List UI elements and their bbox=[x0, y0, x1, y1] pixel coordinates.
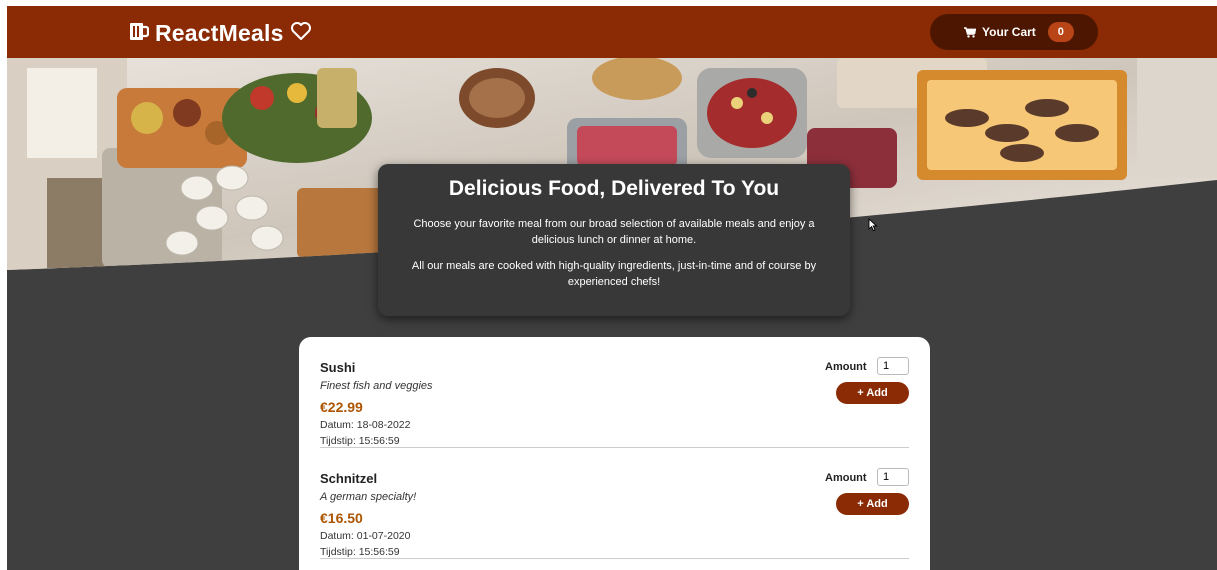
meal-description: A german specialty! bbox=[320, 491, 417, 503]
summary-title: Delicious Food, Delivered To You bbox=[448, 177, 780, 200]
meal-item: Schnitzel A german specialty! €16.50 Dat… bbox=[320, 448, 909, 559]
meal-description: Finest fish and veggies bbox=[320, 380, 433, 392]
header: ReactMeals Your Cart 0 bbox=[7, 6, 1217, 58]
cart-count-badge: 0 bbox=[1047, 22, 1074, 42]
meal-price: €22.99 bbox=[320, 399, 363, 415]
meal-time: Tijdstip: 15:56:59 bbox=[320, 435, 400, 447]
summary-paragraph-2: All our meals are cooked with high-quali… bbox=[411, 260, 817, 288]
amount-label: Amount bbox=[825, 472, 867, 484]
brand[interactable]: ReactMeals bbox=[129, 18, 312, 48]
beer-mug-icon bbox=[129, 21, 150, 46]
meal-item: Sushi Finest fish and veggies €22.99 Dat… bbox=[320, 337, 909, 448]
amount-input[interactable] bbox=[877, 357, 909, 375]
add-to-cart-button[interactable]: + Add bbox=[836, 382, 909, 404]
summary-card: Delicious Food, Delivered To You Choose … bbox=[378, 164, 850, 316]
meals-list: Sushi Finest fish and veggies €22.99 Dat… bbox=[299, 337, 930, 570]
meal-price: €16.50 bbox=[320, 510, 363, 526]
add-to-cart-button[interactable]: + Add bbox=[836, 493, 909, 515]
cart-button[interactable]: Your Cart 0 bbox=[930, 14, 1098, 50]
shopping-cart-icon bbox=[964, 26, 976, 38]
cart-label: Your Cart bbox=[982, 25, 1036, 39]
meal-time: Tijdstip: 15:56:59 bbox=[320, 546, 400, 558]
mouse-cursor-icon bbox=[868, 217, 878, 237]
meal-date: Datum: 18-08-2022 bbox=[320, 419, 411, 431]
meal-name: Sushi bbox=[320, 360, 356, 375]
amount-input[interactable] bbox=[877, 468, 909, 486]
amount-label: Amount bbox=[825, 361, 867, 373]
heart-outline-icon bbox=[290, 21, 312, 46]
meal-name: Schnitzel bbox=[320, 471, 378, 486]
brand-title: ReactMeals bbox=[155, 19, 284, 46]
meal-date: Datum: 01-07-2020 bbox=[320, 530, 411, 542]
summary-paragraph-1: Choose your favorite meal from our broad… bbox=[413, 218, 815, 246]
app-window: ReactMeals Your Cart 0 Delicious Food, D… bbox=[7, 6, 1217, 570]
